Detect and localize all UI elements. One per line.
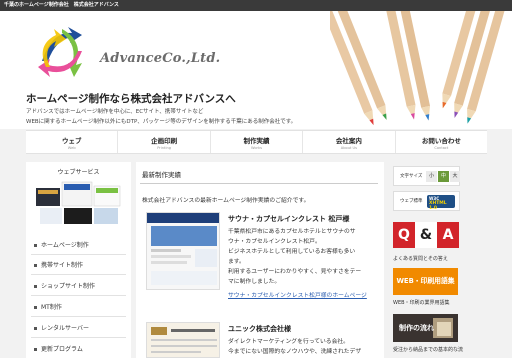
bullet-icon bbox=[34, 243, 37, 247]
nav-sublabel: Web bbox=[67, 146, 76, 150]
faq-banner[interactable]: Q & A bbox=[393, 222, 460, 250]
bullet-icon bbox=[34, 326, 37, 330]
workflow-banner[interactable]: 制作の流れ bbox=[393, 314, 458, 342]
font-size-small-button[interactable]: 小 bbox=[426, 171, 437, 182]
nav-label: 企画印刷 bbox=[151, 137, 178, 145]
work-thumbnail[interactable] bbox=[146, 322, 220, 358]
sidebar-item-label: 更新プログラム bbox=[41, 346, 83, 353]
nav-label: 制作実績 bbox=[243, 137, 270, 145]
web-service-screenshots-image bbox=[36, 181, 121, 224]
nav-sublabel: Works bbox=[251, 146, 262, 150]
workflow-banner-text: 制作の流れ bbox=[399, 323, 434, 332]
sidebar-item-shop[interactable]: ショップサイト制作 bbox=[31, 277, 126, 296]
nav-label: お問い合わせ bbox=[421, 137, 461, 145]
sidebar-item-homepage[interactable]: ホームページ制作 bbox=[31, 236, 126, 255]
workflow-caption: 受注から納品までの基本的な流 bbox=[393, 347, 464, 353]
website-screenshot-image bbox=[147, 323, 219, 357]
sidebar-title: ウェブサービス bbox=[57, 169, 100, 176]
web-standards-box: ウェブ標準 W3C XHTML 1.0 bbox=[393, 191, 460, 211]
badge-text: XHTML 1.0 bbox=[429, 201, 447, 211]
work-description-line: ます。 bbox=[228, 259, 245, 265]
work-description-line: 今までにない国際的なノウハウや、洗練されたデザ bbox=[228, 349, 362, 355]
web-service-sidebar: ウェブサービス ホームページ制作 携帯サイト制作 ショップサイト制作 MT制作 … bbox=[26, 162, 131, 358]
font-size-large-button[interactable]: 大 bbox=[450, 171, 460, 182]
sidebar-item-label: レンタルサーバー bbox=[41, 325, 89, 332]
site-topbar: 千葉のホームページ制作会社 株式会社アドバンス bbox=[0, 0, 512, 11]
header-description-line-2: WEBに関するホームページ制作以外にもDTP、パッケージ等のデザインを制作する千… bbox=[26, 119, 297, 125]
work-title: ユニック株式会社様 bbox=[228, 325, 291, 333]
web-standards-label: ウェブ標準 bbox=[400, 199, 423, 204]
sidebar-item-server[interactable]: レンタルサーバー bbox=[31, 319, 126, 338]
nav-item-about[interactable]: 会社案内 About Us bbox=[303, 131, 396, 153]
font-size-label: 文字サイズ bbox=[400, 174, 423, 179]
site-header: AdvanceCo.,Ltd. ホームページ制作なら株式会社アドバンスへ アドバ… bbox=[0, 11, 512, 129]
font-size-switcher: 文字サイズ 小 中 大 bbox=[393, 166, 460, 186]
nav-sublabel: Printing bbox=[157, 146, 172, 150]
sidebar-item-update[interactable]: 更新プログラム bbox=[31, 340, 126, 358]
work-description-line: ダイレクトマーケティングを行っている会社。 bbox=[228, 339, 349, 345]
sidebar-item-mobile[interactable]: 携帯サイト制作 bbox=[31, 256, 126, 275]
section-heading: 最新制作実績 bbox=[140, 168, 378, 184]
work-description-line: 利用するユーザーにわかりやすく、見やすさをテー bbox=[228, 269, 362, 275]
main-navigation: ウェブ Web 企画印刷 Printing 制作実績 Works 会社案内 Ab… bbox=[26, 130, 487, 154]
bullet-icon bbox=[34, 263, 37, 267]
header-description-line-1: アドバンスではホームページ制作を中心に、ECサイト、携帯サイトなど bbox=[26, 109, 204, 115]
page-title: ホームページ制作なら株式会社アドバンスへ bbox=[26, 93, 236, 105]
font-size-medium-button[interactable]: 中 bbox=[438, 171, 449, 182]
bullet-icon bbox=[34, 305, 37, 309]
work-description-line: ウナ・カプセルインクレスト松戸。 bbox=[228, 239, 321, 245]
faq-caption: よくある質問とその答え bbox=[393, 256, 448, 262]
nav-item-works[interactable]: 制作実績 Works bbox=[211, 131, 304, 153]
glossary-caption: WEB・印刷の業界用語集 bbox=[393, 300, 450, 306]
work-description-line: マに制作しました。 bbox=[228, 279, 281, 285]
work-title: サウナ・カプセルインクレスト 松戸様 bbox=[228, 215, 350, 223]
section-intro: 株式会社アドバンスの最新ホームページ制作実績のご紹介です。 bbox=[142, 198, 310, 204]
faq-a-letter: A bbox=[437, 222, 459, 248]
work-description-line: 千葉県松戸市にあるカプセルホテルとサウナのサ bbox=[228, 229, 356, 235]
sidebar-item-mt[interactable]: MT制作 bbox=[31, 298, 126, 317]
nav-label: 会社案内 bbox=[335, 137, 362, 145]
nav-item-contact[interactable]: お問い合わせ Contact bbox=[396, 131, 487, 153]
sidebar-item-label: ショップサイト制作 bbox=[41, 283, 96, 290]
glossary-banner[interactable]: WEB・印刷用語集 bbox=[393, 268, 458, 295]
company-brand-name: AdvanceCo.,Ltd. bbox=[100, 51, 221, 66]
bullet-icon bbox=[34, 347, 37, 351]
faq-ampersand: & bbox=[415, 222, 437, 248]
website-screenshot-image bbox=[147, 213, 219, 285]
nav-sublabel: About Us bbox=[340, 146, 358, 150]
faq-q-letter: Q bbox=[393, 222, 415, 248]
work-description-line: ビジネスホテルとして利用しているお客様も多い bbox=[228, 249, 356, 255]
right-sidebar: 文字サイズ 小 中 大 ウェブ標準 W3C XHTML 1.0 Q & A よく… bbox=[393, 162, 464, 358]
nav-label: ウェブ bbox=[61, 137, 82, 145]
w3c-xhtml-badge-icon[interactable]: W3C XHTML 1.0 bbox=[427, 195, 455, 211]
nav-sublabel: Contact bbox=[434, 146, 449, 150]
latest-works-section: 最新制作実績 株式会社アドバンスの最新ホームページ制作実績のご紹介です。 サウナ… bbox=[136, 162, 384, 358]
work-thumbnail[interactable] bbox=[146, 212, 220, 290]
sidebar-item-label: 携帯サイト制作 bbox=[41, 262, 84, 269]
company-logo-icon[interactable] bbox=[32, 21, 94, 83]
bullet-icon bbox=[34, 284, 37, 288]
sidebar-item-label: ホームページ制作 bbox=[41, 242, 89, 249]
sidebar-item-label: MT制作 bbox=[41, 304, 62, 311]
nav-item-web[interactable]: ウェブ Web bbox=[26, 131, 119, 153]
nav-item-printing[interactable]: 企画印刷 Printing bbox=[118, 131, 211, 153]
colored-pencils-image bbox=[330, 11, 509, 126]
work-homepage-link[interactable]: サウナ・カプセルインクレスト松戸様のホームページ bbox=[228, 290, 367, 299]
